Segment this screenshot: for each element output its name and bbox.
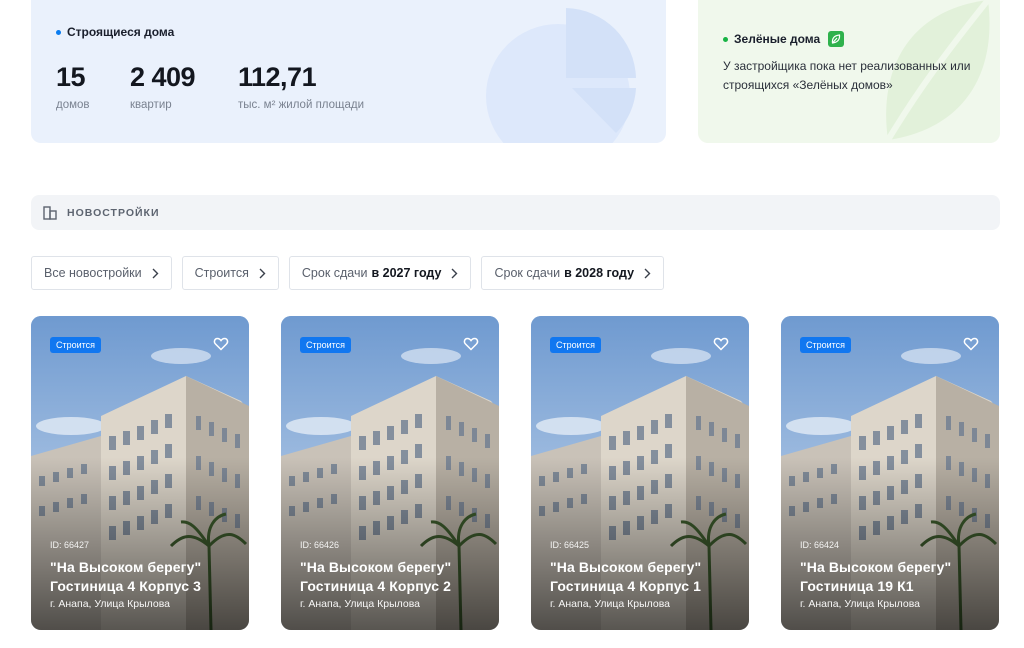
stat-houses: 15 домов [56, 62, 90, 111]
filter-deadline-2027[interactable]: Срок сдачи в 2027 году [288, 256, 472, 290]
stat-value: 2 409 [130, 62, 196, 92]
filter-all-buildings[interactable]: Все новостройки [31, 256, 172, 290]
property-card[interactable]: Строится ID: 66426 "На Высоком берегу" Г… [281, 316, 499, 630]
stat-label: тыс. м² жилой площади [238, 99, 365, 111]
construction-stats-card: Строящиеся дома 15 домов 2 409 квартир 1… [31, 0, 666, 143]
building-icon [43, 205, 57, 220]
green-title-text: Зелёные дома [734, 32, 821, 46]
property-card[interactable]: Строится ID: 66427 "На Высоком берегу" Г… [31, 316, 249, 630]
card-info: ID: 66424 "На Высоком берегу" Гостиница … [800, 540, 987, 610]
green-description: У застройщика пока нет реализованных или… [723, 59, 971, 92]
card-id: ID: 66427 [50, 540, 90, 550]
card-name-line1: "На Высоком берегу" [50, 559, 202, 575]
heart-icon[interactable] [213, 336, 229, 352]
status-badge: Строится [300, 337, 352, 353]
green-dot-icon [723, 36, 728, 42]
card-address: г. Анапа, Улица Крылова [300, 598, 421, 610]
blue-dot-icon [56, 29, 61, 35]
status-badge: Строится [800, 337, 852, 353]
chip-bold-label: в 2027 году [371, 266, 442, 280]
stat-value: 112,71 [238, 62, 317, 92]
green-houses-card: Зелёные дома У застройщика пока нет реал… [698, 0, 1000, 143]
heart-icon[interactable] [463, 336, 479, 352]
stat-label: домов [56, 99, 90, 111]
chip-label: Строится [194, 266, 249, 280]
card-name-line1: "На Высоком берегу" [300, 559, 452, 575]
status-badge: Строится [50, 337, 102, 353]
section-label: НОВОСТРОЙКИ [67, 206, 160, 219]
chevron-right-icon [451, 268, 458, 278]
chevron-right-icon [259, 268, 266, 278]
card-address: г. Анапа, Улица Крылова [550, 598, 671, 610]
card-id: ID: 66426 [300, 540, 340, 550]
card-info: ID: 66426 "На Высоком берегу" Гостиница … [300, 540, 487, 610]
card-name-line2: Гостиница 19 К1 [800, 578, 914, 594]
card-name-line1: "На Высоком берегу" [800, 559, 952, 575]
card-name: "На Высоком берегу" Гостиница 4 Корпус 3 [50, 558, 237, 596]
pie-chart-decoration-icon [486, 8, 636, 143]
card-name-line2: Гостиница 4 Корпус 3 [50, 578, 202, 594]
card-id: ID: 66424 [800, 540, 840, 550]
card-id: ID: 66425 [550, 540, 590, 550]
chip-label: Срок сдачи [494, 266, 561, 280]
stat-value: 15 [56, 62, 86, 92]
leaf-icon [828, 31, 845, 47]
green-title: Зелёные дома [723, 31, 845, 47]
card-name-line2: Гостиница 4 Корпус 1 [550, 578, 702, 594]
status-badge: Строится [550, 337, 602, 353]
filter-chips: Все новостройки Строится Срок сдачи в 20… [31, 256, 665, 290]
property-cards: Строится ID: 66427 "На Высоком берегу" Г… [31, 316, 999, 630]
chip-bold-label: в 2028 году [564, 266, 635, 280]
filter-under-construction[interactable]: Строится [181, 256, 279, 290]
card-name-line2: Гостиница 4 Корпус 2 [300, 578, 452, 594]
heart-icon[interactable] [713, 336, 729, 352]
card-info: ID: 66427 "На Высоком берегу" Гостиница … [50, 540, 237, 610]
stats-title: Строящиеся дома [56, 25, 174, 39]
chip-label: Срок сдачи [301, 266, 368, 280]
stat-area: 112,71 тыс. м² жилой площади [238, 62, 364, 111]
stat-apartments: 2 409 квартир [130, 62, 196, 111]
chevron-right-icon [644, 268, 651, 278]
card-info: ID: 66425 "На Высоком берегу" Гостиница … [550, 540, 737, 610]
card-name-line1: "На Высоком берегу" [550, 559, 702, 575]
heart-icon[interactable] [963, 336, 979, 352]
card-name: "На Высоком берегу" Гостиница 19 К1 [800, 558, 987, 596]
property-card[interactable]: Строится ID: 66424 "На Высоком берегу" Г… [781, 316, 999, 630]
stats-title-text: Строящиеся дома [67, 25, 175, 39]
card-name: "На Высоком берегу" Гостиница 4 Корпус 2 [300, 558, 487, 596]
card-address: г. Анапа, Улица Крылова [50, 598, 171, 610]
chip-label: Все новостройки [44, 266, 142, 280]
new-buildings-section-header: НОВОСТРОЙКИ [31, 195, 1000, 230]
stat-label: квартир [130, 99, 172, 111]
card-address: г. Анапа, Улица Крылова [800, 598, 921, 610]
card-name: "На Высоком берегу" Гостиница 4 Корпус 1 [550, 558, 737, 596]
filter-deadline-2028[interactable]: Срок сдачи в 2028 году [481, 256, 665, 290]
chevron-right-icon [152, 268, 159, 278]
property-card[interactable]: Строится ID: 66425 "На Высоком берегу" Г… [531, 316, 749, 630]
